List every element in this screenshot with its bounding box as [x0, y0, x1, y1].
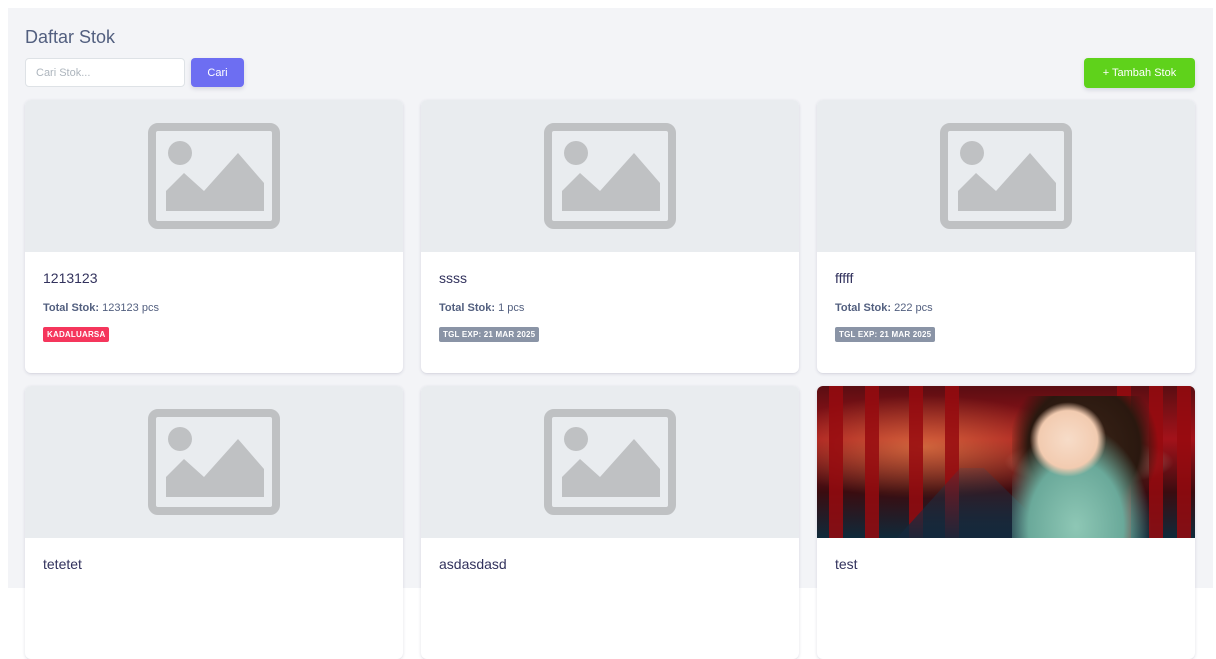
stock-total-label: Total Stok:	[439, 302, 496, 314]
search-button[interactable]: Cari	[191, 58, 244, 87]
stock-photo	[817, 386, 1195, 538]
stock-card[interactable]: tetetet	[25, 386, 403, 659]
stock-total-value: 222 pcs	[894, 302, 933, 314]
placeholder-image-icon	[544, 409, 676, 515]
search-input[interactable]	[25, 58, 185, 87]
stock-card-body: test	[817, 538, 1195, 572]
expired-badge: KADALUARSA	[43, 327, 110, 342]
stock-card-image	[421, 386, 799, 538]
placeholder-image-icon	[148, 409, 280, 515]
stock-total: Total Stok: 123123 pcs	[43, 302, 385, 314]
add-stock-button[interactable]: + Tambah Stok	[1084, 58, 1195, 88]
stock-card-image	[817, 386, 1195, 538]
stock-card[interactable]: test	[817, 386, 1195, 659]
stock-card[interactable]: asdasdasd	[421, 386, 799, 659]
stock-name: 1213123	[43, 270, 98, 286]
stock-total-value: 123123 pcs	[102, 302, 159, 314]
page-title: Daftar Stok	[25, 27, 116, 47]
stock-total: Total Stok: 222 pcs	[835, 302, 1177, 314]
expiry-date-badge: TGL EXP: 21 MAR 2025	[439, 327, 540, 342]
stock-card[interactable]: 1213123 Total Stok: 123123 pcs KADALUARSA	[25, 100, 403, 373]
page-container: Daftar Stok Cari + Tambah Stok 1213123 To…	[8, 8, 1213, 659]
stock-name: test	[835, 556, 858, 572]
stock-card-body: fffff Total Stok: 222 pcs TGL EXP: 21 MAR …	[817, 252, 1195, 342]
placeholder-image-icon	[544, 123, 676, 229]
stock-card[interactable]: ssss Total Stok: 1 pcs TGL EXP: 21 MAR 202…	[421, 100, 799, 373]
stock-card-body: 1213123 Total Stok: 123123 pcs KADALUARSA	[25, 252, 403, 342]
stock-card-image	[817, 100, 1195, 252]
stock-card-image	[25, 100, 403, 252]
stock-total-value: 1 pcs	[498, 302, 525, 314]
stock-name: asdasdasd	[439, 556, 507, 572]
stock-card-body: tetetet	[25, 538, 403, 572]
stock-total: Total Stok: 1 pcs	[439, 302, 781, 314]
expiry-date-badge: TGL EXP: 21 MAR 2025	[835, 327, 936, 342]
stock-name: tetetet	[43, 556, 82, 572]
stock-card-image	[25, 386, 403, 538]
stock-card-body: ssss Total Stok: 1 pcs TGL EXP: 21 MAR 202…	[421, 252, 799, 342]
stock-card-body: asdasdasd	[421, 538, 799, 572]
stock-name: ssss	[439, 270, 467, 286]
placeholder-image-icon	[148, 123, 280, 229]
placeholder-image-icon	[940, 123, 1072, 229]
stock-total-label: Total Stok:	[835, 302, 892, 314]
stock-card[interactable]: fffff Total Stok: 222 pcs TGL EXP: 21 MAR …	[817, 100, 1195, 373]
stock-card-image	[421, 100, 799, 252]
stock-total-label: Total Stok:	[43, 302, 100, 314]
stock-name: fffff	[835, 270, 854, 286]
